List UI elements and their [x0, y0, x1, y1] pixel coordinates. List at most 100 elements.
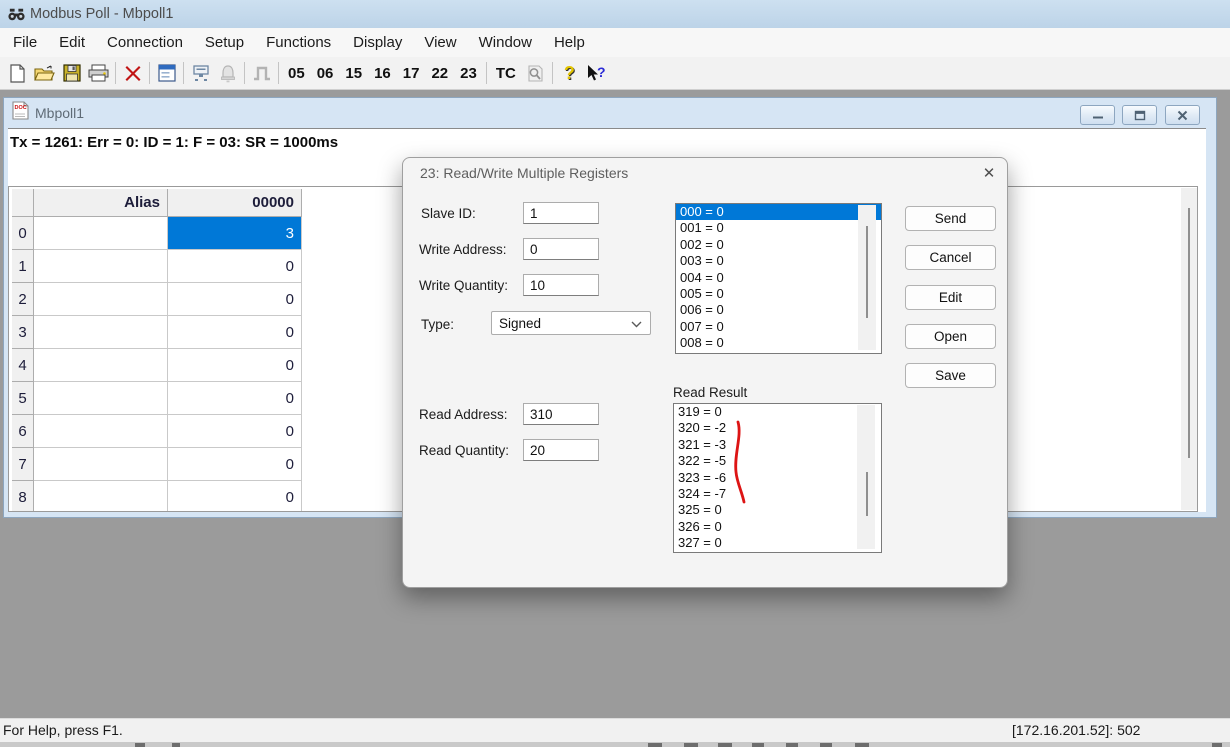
help-icon[interactable]: ? — [556, 61, 583, 86]
taskbar-icon-top — [684, 743, 698, 747]
menu-functions[interactable]: Functions — [255, 28, 342, 57]
save-icon[interactable] — [58, 61, 85, 86]
doc-minimize-button[interactable] — [1080, 105, 1115, 125]
write-quantity-label: Write Quantity: — [419, 278, 508, 293]
disconnect-x-icon[interactable] — [119, 61, 146, 86]
grid-scrollbar-thumb[interactable] — [1188, 208, 1190, 458]
toolbar-separator — [486, 62, 487, 84]
menu-window[interactable]: Window — [468, 28, 543, 57]
value-cell[interactable]: 0 — [168, 316, 302, 349]
slave-id-input[interactable] — [523, 202, 599, 224]
func-23-button[interactable]: 23 — [454, 61, 483, 86]
write-address-input[interactable] — [523, 238, 599, 260]
write-list-scrollbar-thumb[interactable] — [866, 226, 868, 318]
open-file-icon[interactable] — [31, 61, 58, 86]
cancel-button[interactable]: Cancel — [905, 245, 996, 270]
write-values-listbox[interactable]: 000 = 0 001 = 0 002 = 0 003 = 0 004 = 0 … — [675, 203, 882, 354]
write-list-item[interactable]: 006 = 0 — [676, 302, 881, 318]
open-button[interactable]: Open — [905, 324, 996, 349]
menu-setup[interactable]: Setup — [194, 28, 255, 57]
func-15-button[interactable]: 15 — [339, 61, 368, 86]
read-list-scrollbar-thumb[interactable] — [866, 472, 868, 516]
print-icon[interactable] — [85, 61, 112, 86]
value-cell[interactable]: 0 — [168, 448, 302, 481]
read-list-item[interactable]: 323 = -6 — [674, 470, 881, 486]
alias-cell[interactable] — [34, 349, 168, 382]
send-button[interactable]: Send — [905, 206, 996, 231]
write-list-item[interactable]: 007 = 0 — [676, 319, 881, 335]
read-list-item[interactable]: 322 = -5 — [674, 453, 881, 469]
alias-cell[interactable] — [34, 283, 168, 316]
read-address-input[interactable] — [523, 403, 599, 425]
value-cell-selected[interactable]: 3 — [168, 217, 302, 250]
row-header[interactable]: 0 — [12, 217, 34, 250]
value-cell[interactable]: 0 — [168, 481, 302, 512]
value-cell[interactable]: 0 — [168, 382, 302, 415]
menu-file[interactable]: File — [2, 28, 48, 57]
func-16-button[interactable]: 16 — [368, 61, 397, 86]
func-17-button[interactable]: 17 — [397, 61, 426, 86]
menu-help[interactable]: Help — [543, 28, 596, 57]
menu-display[interactable]: Display — [342, 28, 413, 57]
write-list-item[interactable]: 005 = 0 — [676, 286, 881, 302]
save-button[interactable]: Save — [905, 363, 996, 388]
row-header[interactable]: 3 — [12, 316, 34, 349]
row-header[interactable]: 8 — [12, 481, 34, 512]
test-center-button[interactable]: TC — [490, 61, 522, 86]
row-header[interactable]: 6 — [12, 415, 34, 448]
menu-edit[interactable]: Edit — [48, 28, 96, 57]
doc-restore-button[interactable] — [1122, 105, 1157, 125]
write-list-item[interactable]: 002 = 0 — [676, 237, 881, 253]
new-file-icon[interactable] — [4, 61, 31, 86]
grid-alias-header[interactable]: Alias — [34, 189, 168, 217]
row-header[interactable]: 4 — [12, 349, 34, 382]
row-header[interactable]: 7 — [12, 448, 34, 481]
read-list-item[interactable]: 324 = -7 — [674, 486, 881, 502]
alias-cell[interactable] — [34, 217, 168, 250]
read-list-item[interactable]: 325 = 0 — [674, 502, 881, 518]
menu-view[interactable]: View — [413, 28, 467, 57]
read-list-item[interactable]: 321 = -3 — [674, 437, 881, 453]
grid-value-header[interactable]: 00000 — [168, 189, 302, 217]
func-22-button[interactable]: 22 — [425, 61, 454, 86]
write-list-item[interactable]: 004 = 0 — [676, 270, 881, 286]
row-header[interactable]: 5 — [12, 382, 34, 415]
value-cell[interactable]: 0 — [168, 283, 302, 316]
row-header[interactable]: 2 — [12, 283, 34, 316]
write-list-item[interactable]: 008 = 0 — [676, 335, 881, 351]
taskbar-icon-top — [718, 743, 732, 747]
menu-bar: File Edit Connection Setup Functions Dis… — [0, 28, 1230, 57]
func-06-button[interactable]: 06 — [311, 61, 340, 86]
alias-cell[interactable] — [34, 448, 168, 481]
read-result-listbox[interactable]: 319 = 0 320 = -2 321 = -3 322 = -5 323 =… — [673, 403, 882, 553]
read-list-item[interactable]: 326 = 0 — [674, 519, 881, 535]
read-list-item[interactable]: 319 = 0 — [674, 404, 881, 420]
write-quantity-input[interactable] — [523, 274, 599, 296]
func-05-button[interactable]: 05 — [282, 61, 311, 86]
read-quantity-input[interactable] — [523, 439, 599, 461]
edit-button[interactable]: Edit — [905, 285, 996, 310]
alias-cell[interactable] — [34, 382, 168, 415]
doc-close-button[interactable] — [1165, 105, 1200, 125]
alias-cell[interactable] — [34, 250, 168, 283]
alias-cell[interactable] — [34, 316, 168, 349]
type-dropdown[interactable]: Signed — [491, 311, 651, 335]
taskbar-icon-top — [752, 743, 764, 747]
value-cell[interactable]: 0 — [168, 250, 302, 283]
read-list-item[interactable]: 327 = 0 — [674, 535, 881, 551]
alias-cell[interactable] — [34, 415, 168, 448]
alias-cell[interactable] — [34, 481, 168, 512]
write-list-item[interactable]: 001 = 0 — [676, 220, 881, 236]
context-help-icon[interactable]: ? — [583, 61, 610, 86]
write-list-item[interactable]: 003 = 0 — [676, 253, 881, 269]
row-header[interactable]: 1 — [12, 250, 34, 283]
read-list-item[interactable]: 320 = -2 — [674, 420, 881, 436]
poll-definition-icon[interactable] — [153, 61, 180, 86]
communication-traffic-icon[interactable] — [187, 61, 214, 86]
menu-connection[interactable]: Connection — [96, 28, 194, 57]
value-cell[interactable]: 0 — [168, 415, 302, 448]
doc-window-titlebar[interactable]: DOC Mbpoll1 — [12, 102, 84, 124]
value-cell[interactable]: 0 — [168, 349, 302, 382]
write-list-item-selected[interactable]: 000 = 0 — [676, 204, 881, 220]
dialog-close-icon[interactable]: ✕ — [977, 162, 1001, 184]
